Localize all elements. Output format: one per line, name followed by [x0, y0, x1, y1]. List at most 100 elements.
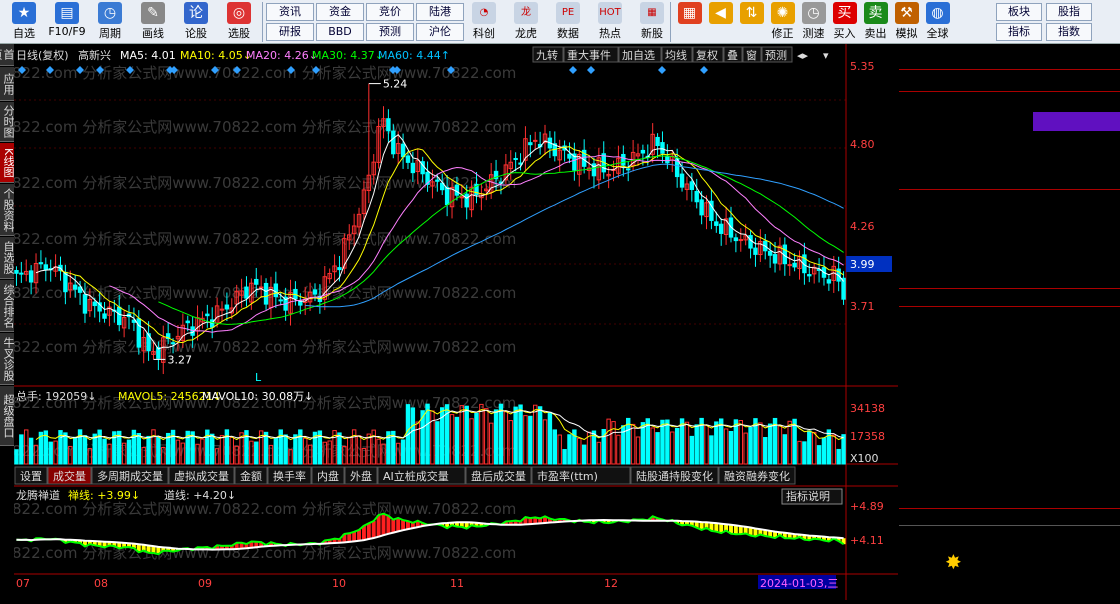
low-label: 3.27	[167, 353, 192, 366]
hot-icon: HOT	[598, 2, 622, 24]
volume-axis-label-2: X100	[850, 452, 879, 465]
toolbar-button-grid[interactable]: ▦	[674, 2, 705, 42]
toolbar-tab-row1-3[interactable]: 陆港	[416, 3, 464, 21]
toolbar-label: 新股	[641, 27, 663, 40]
toolbar-button-clock[interactable]: ◷ 周期	[88, 2, 132, 42]
lightbulb-icon: ✺	[770, 2, 795, 24]
indicator-tab-label: 市盈率(ttm)	[537, 469, 598, 483]
candle-body	[787, 264, 792, 267]
volume-bar	[254, 441, 259, 465]
volume-bar	[728, 431, 734, 465]
toolbar-tab-far-row1-0[interactable]: 板块	[996, 3, 1042, 21]
volume-bar	[63, 432, 68, 465]
candle-body	[72, 284, 78, 290]
divider	[899, 91, 1120, 92]
candle-body	[278, 299, 283, 302]
candle-body	[464, 193, 469, 208]
toolbar-button-arrow-updown[interactable]: ⇅	[736, 2, 767, 42]
candle-body	[410, 162, 416, 174]
toolbar-button-document[interactable]: ▤ F10/F9	[45, 2, 89, 42]
high-label: 5.24	[383, 78, 408, 91]
toolbar-button-target[interactable]: ◎ 选股	[217, 2, 261, 42]
left-tab-8[interactable]: 超级盘口	[0, 386, 15, 446]
left-tab-7[interactable]: 牛叉诊股	[0, 333, 15, 385]
volume-bar	[767, 423, 773, 465]
left-tab-6[interactable]: 综合排名	[0, 280, 15, 332]
divider	[899, 288, 1120, 289]
indicator-axis-label-0: +4.89	[850, 500, 884, 513]
candle-body	[753, 247, 758, 255]
toolbar-button-hot[interactable]: HOT 热点	[588, 2, 632, 42]
toolbar-button-arrow-left[interactable]: ◀	[705, 2, 736, 42]
indicator-tab-label: 多周期成交量	[97, 469, 163, 483]
candle-body	[254, 278, 259, 285]
indicator-axis-label-1: +4.11	[850, 534, 884, 547]
sell-icon: 卖	[863, 2, 888, 24]
volume-bar	[655, 432, 660, 465]
volume-axis-label-1: 17358	[850, 430, 885, 443]
toolbar-tab-row2-1[interactable]: BBD	[316, 23, 364, 41]
volume-bar	[748, 426, 753, 465]
toolbar-button-science[interactable]: ◔ 科创	[462, 2, 506, 42]
candle-body	[513, 158, 518, 161]
volume-bar	[48, 441, 53, 465]
left-tab-3[interactable]: K线图	[0, 143, 15, 183]
ma-legend-1: MA10: 4.05↓	[180, 49, 252, 62]
dragon-icon: 龙	[514, 2, 538, 24]
toolbar-label: 龙虎	[515, 27, 537, 40]
volume-bar	[498, 403, 504, 465]
volume-bar	[782, 434, 788, 465]
science-icon: ◔	[472, 2, 496, 24]
volume-bar	[493, 409, 499, 465]
candle-body	[826, 279, 832, 284]
toolbar-button-lightbulb[interactable]: ✺ 修正	[767, 2, 798, 42]
toolbar-button-pen[interactable]: ✎ 画线	[131, 2, 175, 42]
candle-body	[640, 149, 646, 154]
ma-legend-0: MA5: 4.01	[120, 49, 176, 62]
toolbar-tab-row2-2[interactable]: 预测	[366, 23, 414, 41]
x-axis-label-4: 11	[450, 577, 464, 590]
toolbar-button-hammer[interactable]: ⚒ 模拟	[891, 2, 922, 42]
volume-bar	[464, 405, 469, 465]
candle-body	[405, 155, 411, 163]
candle-body	[117, 306, 122, 326]
toolbar-tab-row1-1[interactable]: 资金	[316, 3, 364, 21]
kline-chart[interactable]: 822.com 分析家公式网www.70822.com 分析家公式网www.70…	[12, 44, 898, 600]
toolbar-button-star[interactable]: ★ 自选	[2, 2, 46, 42]
toolbar-tab-row1-2[interactable]: 竞价	[366, 3, 414, 21]
left-tab-5[interactable]: 自选股	[0, 237, 15, 279]
pen-icon: ✎	[141, 2, 165, 24]
toolbar-label: 周期	[99, 27, 121, 40]
site-logo: ✸	[943, 544, 1118, 596]
toolbar-button-newstock[interactable]: ▦ 新股	[630, 2, 674, 42]
toolbar-button-discuss[interactable]: 论论股	[174, 2, 218, 42]
left-tab-2[interactable]: 分时图	[0, 102, 15, 142]
toolbar-button-stopwatch[interactable]: ◷ 测速	[798, 2, 829, 42]
toolbar-tab-far-row2-0[interactable]: 指标	[996, 23, 1042, 41]
candle-body	[298, 300, 303, 306]
toolbar-tab-row1-0[interactable]: 资讯	[266, 3, 314, 21]
candle-body	[244, 286, 249, 299]
toolbar-button-buy[interactable]: 买买入	[829, 2, 860, 42]
volume-bar	[816, 445, 822, 465]
toolbar-button-pe[interactable]: PE 数据	[546, 2, 590, 42]
toolbar-tab-row2-3[interactable]: 沪伦	[416, 23, 464, 41]
left-tab-4[interactable]: 个股资料	[0, 184, 15, 236]
volume-bar	[665, 419, 670, 465]
left-tab-0[interactable]: 首页	[0, 44, 15, 66]
volume-bar	[454, 416, 460, 465]
indicator-chan: 禅线: +3.99↓	[68, 488, 140, 502]
toolbar-tab-row2-0[interactable]: 研报	[266, 23, 314, 41]
chart-header-button-label: 复权	[696, 48, 718, 62]
toolbar-separator	[262, 2, 263, 42]
toolbar-tab-far-row2-1[interactable]: 指数	[1046, 23, 1092, 41]
left-tab-1[interactable]: 应用	[0, 67, 15, 101]
chart-stock-name: 高新兴	[78, 48, 111, 62]
volume-bar	[146, 435, 151, 465]
toolbar-button-sell[interactable]: 卖卖出	[860, 2, 891, 42]
toolbar-button-globe[interactable]: ◍ 全球	[922, 2, 953, 42]
toolbar-tab-far-row1-1[interactable]: 股指	[1046, 3, 1092, 21]
toolbar-button-dragon[interactable]: 龙龙虎	[504, 2, 548, 42]
candle-body	[38, 262, 44, 265]
price-axis-label-1: 4.80	[850, 138, 875, 151]
